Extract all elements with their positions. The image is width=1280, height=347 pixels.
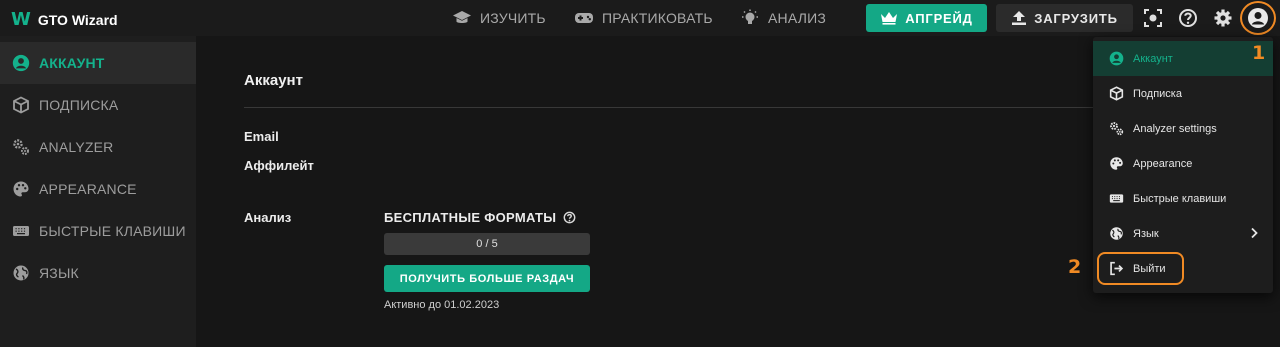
affiliate-label: Аффилейт <box>244 158 314 173</box>
menu-item-hotkeys[interactable]: Быстрые клавиши <box>1093 181 1273 216</box>
cube-icon <box>13 96 29 114</box>
sidebar-item-subscription[interactable]: ПОДПИСКА <box>0 84 196 126</box>
logo[interactable]: W GTO Wizard <box>11 9 118 30</box>
settings-button[interactable] <box>1211 6 1235 30</box>
menu-item-label: Быстрые клавиши <box>1133 192 1227 205</box>
sidebar-item-label: ЯЗЫК <box>39 265 79 281</box>
sidebar-item-hotkeys[interactable]: БЫСТРЫЕ КЛАВИШИ <box>0 210 196 252</box>
sidebar-item-appearance[interactable]: APPEARANCE <box>0 168 196 210</box>
active-until-text: Активно до 01.02.2023 <box>384 299 500 311</box>
globe-icon <box>1110 227 1123 240</box>
upload-button-label: ЗАГРУЗИТЬ <box>1034 10 1118 26</box>
top-bar: W GTO Wizard ИЗУЧИТЬ ПРАКТИКОВАТЬ АНАЛИЗ… <box>0 0 1280 36</box>
usage-progress-text: 0 / 5 <box>476 238 498 250</box>
gamepad-icon <box>575 13 593 23</box>
page-title: Аккаунт <box>244 72 303 89</box>
nav-study-label: ИЗУЧИТЬ <box>480 10 546 26</box>
menu-item-label: Analyzer settings <box>1133 122 1217 135</box>
sidebar-item-label: ПОДПИСКА <box>39 97 119 113</box>
sidebar-item-account[interactable]: АККАУНТ <box>0 42 196 84</box>
nav-study[interactable]: ИЗУЧИТЬ <box>452 0 546 36</box>
usage-progress-bar: 0 / 5 <box>384 233 590 255</box>
menu-item-language[interactable]: Язык <box>1093 216 1273 251</box>
user-circle-icon <box>1109 51 1124 66</box>
analysis-label: Анализ <box>244 210 292 225</box>
sidebar-item-label: APPEARANCE <box>39 181 137 197</box>
question-circle-icon[interactable] <box>563 211 576 224</box>
sidebar-item-language[interactable]: ЯЗЫК <box>0 252 196 294</box>
scan-icon <box>1144 9 1162 27</box>
chevron-right-icon <box>1251 227 1258 239</box>
annotation-highlight-user-menu <box>1240 1 1276 35</box>
menu-item-appearance[interactable]: Appearance <box>1093 146 1273 181</box>
cube-icon <box>1109 86 1124 101</box>
nav-analyze-label: АНАЛИЗ <box>768 10 826 26</box>
question-circle-icon <box>1179 9 1197 27</box>
sidebar: АККАУНТ ПОДПИСКА ANALYZER APPEARANCE БЫС… <box>0 36 196 347</box>
palette-icon <box>1110 157 1123 170</box>
nav-practice[interactable]: ПРАКТИКОВАТЬ <box>574 0 713 36</box>
gears-icon <box>1110 122 1124 136</box>
email-label: Email <box>244 129 279 144</box>
menu-item-label: Язык <box>1133 227 1159 240</box>
get-more-hands-button[interactable]: ПОЛУЧИТЬ БОЛЬШЕ РАЗДАЧ <box>384 265 590 292</box>
free-formats-title-text: БЕСПЛАТНЫЕ ФОРМАТЫ <box>384 210 557 225</box>
menu-item-subscription[interactable]: Подписка <box>1093 76 1273 111</box>
annotation-step-2: 2 <box>1068 256 1082 278</box>
upgrade-button-label: АПГРЕЙД <box>905 10 973 26</box>
globe-icon <box>13 265 29 281</box>
graduation-cap-icon <box>453 11 471 23</box>
gears-icon <box>13 139 29 155</box>
menu-item-analyzer-settings[interactable]: Analyzer settings <box>1093 111 1273 146</box>
menu-item-account[interactable]: Аккаунт <box>1093 41 1273 76</box>
app-name: GTO Wizard <box>37 11 118 28</box>
nav-practice-label: ПРАКТИКОВАТЬ <box>602 10 713 26</box>
scan-button[interactable] <box>1141 6 1165 30</box>
upload-icon <box>1012 11 1027 25</box>
keyboard-icon <box>13 226 29 236</box>
menu-item-label: Аккаунт <box>1133 52 1173 65</box>
nav-analyze[interactable]: АНАЛИЗ <box>740 0 826 36</box>
logo-mark: W <box>11 9 31 30</box>
sidebar-item-label: АККАУНТ <box>39 55 105 71</box>
menu-item-label: Подписка <box>1133 87 1182 100</box>
upgrade-button[interactable]: АПГРЕЙД <box>866 4 987 32</box>
palette-icon <box>13 181 29 197</box>
help-button[interactable] <box>1176 6 1200 30</box>
annotation-step-1: 1 <box>1252 42 1266 64</box>
sidebar-item-label: ANALYZER <box>39 139 114 155</box>
sidebar-item-analyzer[interactable]: ANALYZER <box>0 126 196 168</box>
upload-button[interactable]: ЗАГРУЗИТЬ <box>996 4 1133 32</box>
lightbulb-icon <box>742 9 758 24</box>
keyboard-icon <box>1109 194 1124 203</box>
sidebar-item-label: БЫСТРЫЕ КЛАВИШИ <box>39 223 186 239</box>
free-formats-title: БЕСПЛАТНЫЕ ФОРМАТЫ <box>384 210 576 225</box>
annotation-highlight-logout <box>1097 252 1184 285</box>
user-circle-icon <box>12 54 30 72</box>
crown-icon <box>881 12 898 25</box>
menu-item-label: Appearance <box>1133 157 1193 170</box>
gear-icon <box>1214 9 1232 27</box>
